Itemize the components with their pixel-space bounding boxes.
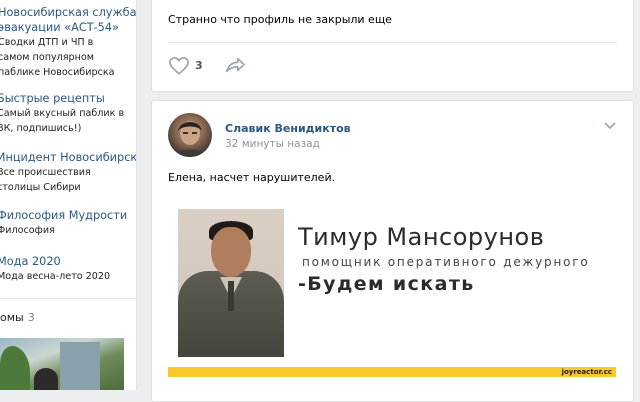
author-name[interactable]: Славик Венидиктов: [225, 122, 351, 135]
author-avatar[interactable]: [168, 113, 212, 157]
group-description: столицы Сибири: [0, 182, 81, 193]
group-title[interactable]: Философия Мудрости: [0, 208, 136, 223]
friends-label: омы: [0, 311, 24, 324]
post-text: Странно что профиль не закрыли еще: [168, 13, 392, 26]
group-description: Философия: [0, 225, 55, 236]
share-button[interactable]: [224, 55, 246, 75]
group-item-incident[interactable]: Инцидент Новосибирск Все происшествия ст…: [0, 150, 136, 195]
like-button[interactable]: 3: [168, 55, 203, 75]
group-description: самом популярном: [0, 52, 95, 63]
share-arrow-icon: [226, 57, 245, 73]
group-description: паблике Новосибирска: [0, 67, 115, 78]
heart-icon: [169, 56, 189, 75]
divider: [168, 42, 617, 43]
post-text: Елена, насчет нарушителей.: [168, 171, 336, 184]
friends-count: 3: [27, 311, 35, 324]
group-item-fashion[interactable]: Мода 2020 Мода весна-лето 2020: [0, 254, 136, 284]
image-caption-name: Тимур Мансорунов: [298, 223, 545, 251]
group-title[interactable]: эвакуации «АСТ-54»: [0, 20, 136, 35]
divider: [0, 298, 136, 299]
group-item-ast54[interactable]: Новосибирская служба эвакуации «АСТ-54» …: [0, 5, 136, 80]
group-item-recipes[interactable]: Быстрые рецепты Самый вкусный паблик в В…: [0, 91, 136, 136]
group-description: Сводки ДТП и ЧП в: [0, 37, 94, 48]
watermark-label: joyreactor.cc: [561, 368, 612, 376]
officer-photo: [178, 209, 284, 357]
group-description: Все происшествия: [0, 167, 91, 178]
group-title[interactable]: Новосибирская служба: [0, 5, 136, 20]
group-description: Самый вкусный паблик в: [0, 108, 125, 119]
post-card: Странно что профиль не закрыли еще 3: [151, 0, 634, 92]
post-image[interactable]: Тимур Мансорунов помощник оперативного д…: [168, 199, 616, 377]
group-title[interactable]: Мода 2020: [0, 254, 136, 269]
friends-header[interactable]: омы 3: [0, 311, 35, 324]
group-title[interactable]: Быстрые рецепты: [0, 91, 136, 106]
group-title[interactable]: Инцидент Новосибирск: [0, 150, 136, 165]
group-description: ВК, подпишись!): [0, 123, 82, 134]
image-caption-quote: -Будем искать: [298, 273, 475, 295]
post-card: Славик Венидиктов 32 минуты назад Елена,…: [151, 100, 634, 402]
image-caption-role: помощник оперативного дежурного: [302, 255, 590, 269]
group-description: Мода весна-лето 2020: [0, 271, 111, 282]
left-column: Новосибирская служба эвакуации «АСТ-54» …: [0, 0, 137, 390]
post-menu-button[interactable]: [603, 121, 617, 131]
chevron-down-icon: [604, 122, 616, 130]
like-count: 3: [195, 58, 203, 72]
group-item-philosophy[interactable]: Философия Мудрости Философия: [0, 208, 136, 238]
post-time[interactable]: 32 минуты назад: [225, 138, 320, 150]
watermark-bar: joyreactor.cc: [168, 367, 616, 377]
friend-photo[interactable]: [0, 338, 124, 390]
